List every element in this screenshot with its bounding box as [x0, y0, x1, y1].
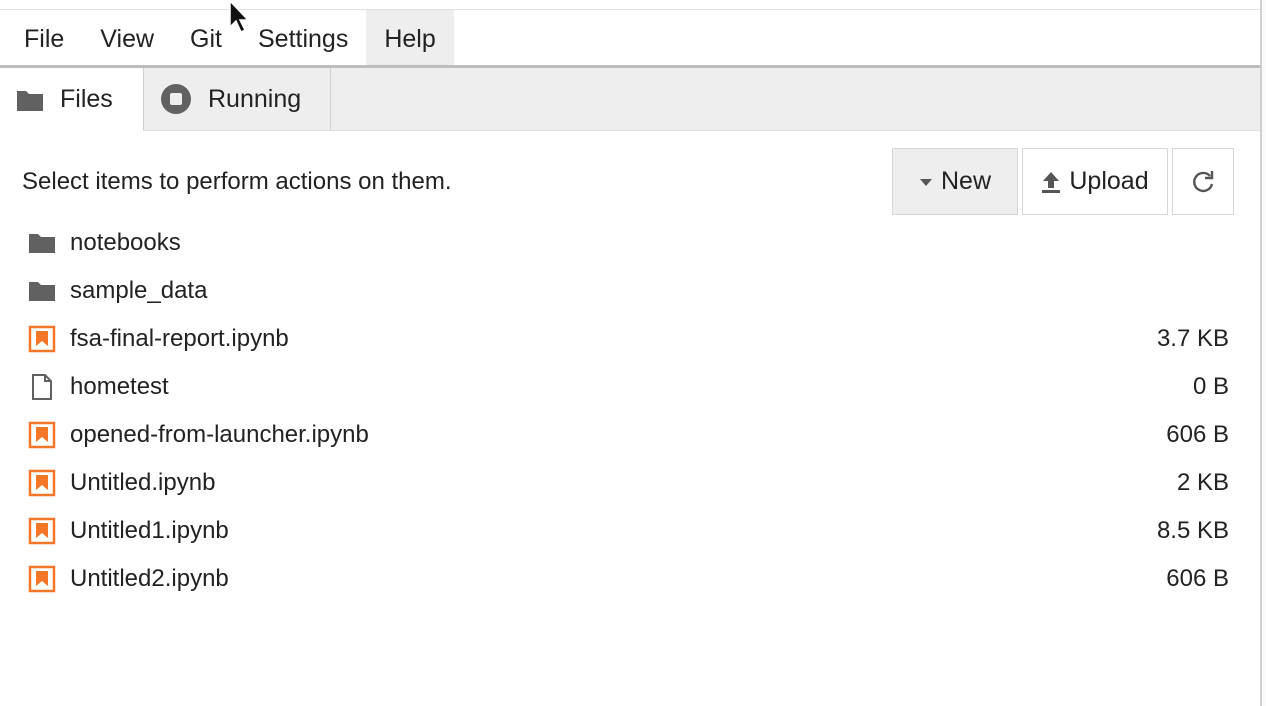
selection-hint: Select items to perform actions on them. — [22, 168, 452, 195]
file-name: fsa-final-report.ipynb — [70, 325, 289, 352]
file-name: hometest — [70, 373, 169, 400]
list-item[interactable]: sample_data — [0, 267, 1260, 315]
menubar: File View Git Settings Help — [0, 10, 1260, 65]
new-button[interactable]: New — [892, 148, 1018, 215]
tab-running-label: Running — [208, 84, 302, 113]
mouse-cursor-icon — [228, 0, 250, 39]
refresh-icon — [1190, 169, 1216, 195]
tab-running[interactable]: Running — [143, 68, 331, 130]
new-button-label: New — [940, 167, 991, 195]
list-item[interactable]: Untitled1.ipynb 8.5 KB — [0, 507, 1260, 555]
menu-help[interactable]: Help — [366, 10, 454, 65]
notebook-icon — [28, 469, 56, 497]
list-item[interactable]: notebooks — [0, 219, 1260, 267]
file-size: 606 B — [1166, 565, 1229, 592]
sidebar-tabbar: Files Running — [0, 68, 1260, 131]
folder-icon — [28, 277, 56, 305]
file-size: 3.7 KB — [1156, 325, 1229, 352]
file-size: 8.5 KB — [1156, 517, 1229, 544]
menu-file[interactable]: File — [0, 10, 82, 65]
caret-down-icon — [919, 177, 933, 187]
file-size: 606 B — [1166, 421, 1229, 448]
adjacent-panel-edge — [1260, 0, 1266, 706]
notebook-icon — [28, 565, 56, 593]
upload-button-label: Upload — [1069, 167, 1149, 195]
file-icon — [28, 373, 56, 401]
folder-icon — [16, 88, 44, 112]
file-name: opened-from-launcher.ipynb — [70, 421, 369, 448]
file-name: sample_data — [70, 277, 208, 304]
upload-button[interactable]: Upload — [1022, 148, 1168, 215]
file-name: notebooks — [70, 229, 181, 256]
list-item[interactable]: Untitled.ipynb 2 KB — [0, 459, 1260, 507]
menu-view[interactable]: View — [82, 10, 172, 65]
menu-settings[interactable]: Settings — [240, 10, 366, 65]
list-item[interactable]: opened-from-launcher.ipynb 606 B — [0, 411, 1260, 459]
file-name: Untitled.ipynb — [70, 469, 216, 496]
tab-files-label: Files — [60, 85, 113, 113]
notebook-icon — [28, 517, 56, 545]
upload-icon — [1041, 170, 1061, 194]
stop-circle-icon — [160, 83, 192, 115]
refresh-button[interactable] — [1172, 148, 1234, 215]
file-size: 0 B — [1192, 373, 1229, 400]
list-item[interactable]: fsa-final-report.ipynb 3.7 KB — [0, 315, 1260, 363]
file-list: notebooks sample_data fsa-final-report.ipy… — [0, 219, 1260, 603]
file-name: Untitled1.ipynb — [70, 517, 229, 544]
list-item[interactable]: hometest 0 B — [0, 363, 1260, 411]
notebook-icon — [28, 325, 56, 353]
top-strip — [0, 0, 1266, 10]
tab-files[interactable]: Files — [0, 68, 143, 131]
list-item[interactable]: Untitled2.ipynb 606 B — [0, 555, 1260, 603]
folder-icon — [28, 229, 56, 257]
file-size: 2 KB — [1176, 469, 1229, 496]
notebook-icon — [28, 421, 56, 449]
file-name: Untitled2.ipynb — [70, 565, 229, 592]
